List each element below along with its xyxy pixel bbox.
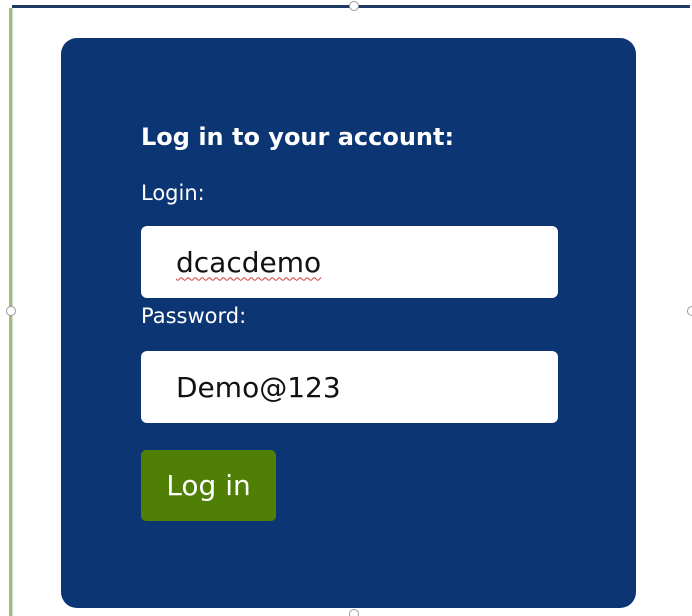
password-label: Password: [141, 304, 247, 328]
password-input[interactable]: Demo@123 [141, 351, 558, 423]
login-card: Log in to your account: Login: dcacdemo … [61, 38, 636, 608]
login-button[interactable]: Log in [141, 450, 276, 521]
password-input-value: Demo@123 [176, 370, 341, 404]
document-canvas: Log in to your account: Login: dcacdemo … [0, 0, 692, 616]
login-input-value: dcacdemo [176, 245, 322, 279]
resize-handle-left[interactable] [6, 306, 16, 316]
resize-handle-top[interactable] [349, 1, 359, 11]
login-label: Login: [141, 181, 205, 205]
resize-handle-bottom[interactable] [349, 609, 359, 616]
login-heading: Log in to your account: [141, 123, 455, 151]
login-input[interactable]: dcacdemo [141, 226, 558, 298]
resize-handle-right[interactable] [687, 306, 692, 316]
